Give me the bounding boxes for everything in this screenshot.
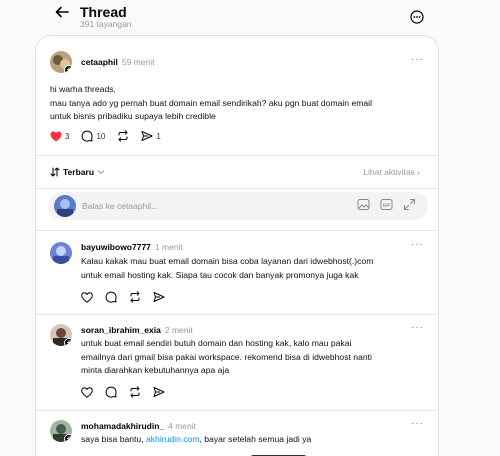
divider [36, 155, 438, 156]
reply-more-icon[interactable]: ··· [411, 418, 424, 429]
post-time: 59 menit [121, 57, 155, 67]
thread-card: + cetaaphil 59 menit ··· hi warha threads… [35, 35, 439, 456]
reply-text: saya bisa bantu, akhirudin.com, bayar se… [81, 434, 312, 444]
follow-plus-icon[interactable]: + [64, 65, 72, 73]
comment-button[interactable] [105, 291, 117, 303]
share-button[interactable] [153, 386, 165, 398]
like-button[interactable]: 3 [50, 131, 69, 142]
post-text: hi warha threads, mau tanya ado yg perna… [50, 84, 372, 121]
post-more-icon[interactable]: ··· [411, 54, 424, 65]
reply-text: Kalau kakak mau buat email domain bisa c… [81, 256, 374, 280]
post-actions: 3 10 1 [50, 130, 173, 142]
expand-icon[interactable] [403, 198, 416, 216]
gif-icon[interactable]: GIF [380, 198, 393, 216]
view-count: 391 tayangan [80, 19, 132, 29]
reply-placeholder: Balas ke cetaaphil... [82, 201, 159, 211]
share-button[interactable]: 1 [141, 130, 161, 142]
divider [36, 188, 438, 189]
reply-more-icon[interactable]: ··· [411, 239, 424, 250]
reply-more-icon[interactable]: ··· [411, 322, 424, 333]
avatar [54, 195, 76, 217]
avatar[interactable]: + [50, 51, 72, 73]
comment-count: 10 [96, 131, 106, 141]
page-title: Thread [80, 4, 127, 20]
reply-username[interactable]: mohamadakhirudin_ 4 menit [81, 421, 196, 431]
chevron-down-icon [97, 170, 105, 175]
comment-button[interactable]: 10 [81, 130, 105, 142]
like-button[interactable] [81, 386, 93, 398]
post-username[interactable]: cetaaphil 59 menit [81, 57, 154, 67]
sort-dropdown[interactable]: Terbaru [50, 167, 105, 177]
repost-button[interactable] [129, 291, 141, 303]
comment-button[interactable] [105, 386, 117, 398]
follow-plus-icon[interactable]: + [64, 338, 72, 346]
share-count: 1 [156, 131, 161, 141]
reply-username[interactable]: soran_ibrahim_exia 2 menit [81, 325, 193, 335]
share-button[interactable] [153, 291, 165, 303]
divider [36, 314, 438, 315]
reply-input[interactable]: Balas ke cetaaphil... GIF [48, 192, 428, 220]
avatar[interactable]: + [50, 324, 72, 346]
like-count: 3 [65, 131, 70, 141]
repost-button[interactable] [129, 386, 141, 398]
divider [36, 230, 438, 231]
reply-actions [81, 386, 177, 398]
reply-text: untuk buat email sendiri butuh domain da… [81, 338, 372, 375]
reply-username[interactable]: bayuwibowo7777 1 menit [81, 242, 183, 252]
website-link[interactable]: akhirudin.com [146, 434, 200, 444]
view-activity-link[interactable]: Lihat aktivitas › [363, 167, 420, 177]
more-options-icon[interactable] [410, 10, 424, 24]
sort-label: Terbaru [63, 167, 95, 177]
top-bar: Thread 391 tayangan [0, 0, 500, 34]
image-icon[interactable] [357, 198, 370, 216]
follow-plus-icon[interactable]: + [64, 434, 72, 442]
reply-actions [81, 291, 177, 303]
like-button[interactable] [81, 291, 93, 303]
divider [36, 410, 438, 411]
avatar[interactable] [50, 242, 72, 264]
repost-button[interactable] [117, 130, 129, 142]
svg-text:GIF: GIF [383, 203, 391, 208]
back-arrow-icon[interactable] [53, 4, 71, 20]
avatar[interactable]: + [50, 420, 72, 442]
